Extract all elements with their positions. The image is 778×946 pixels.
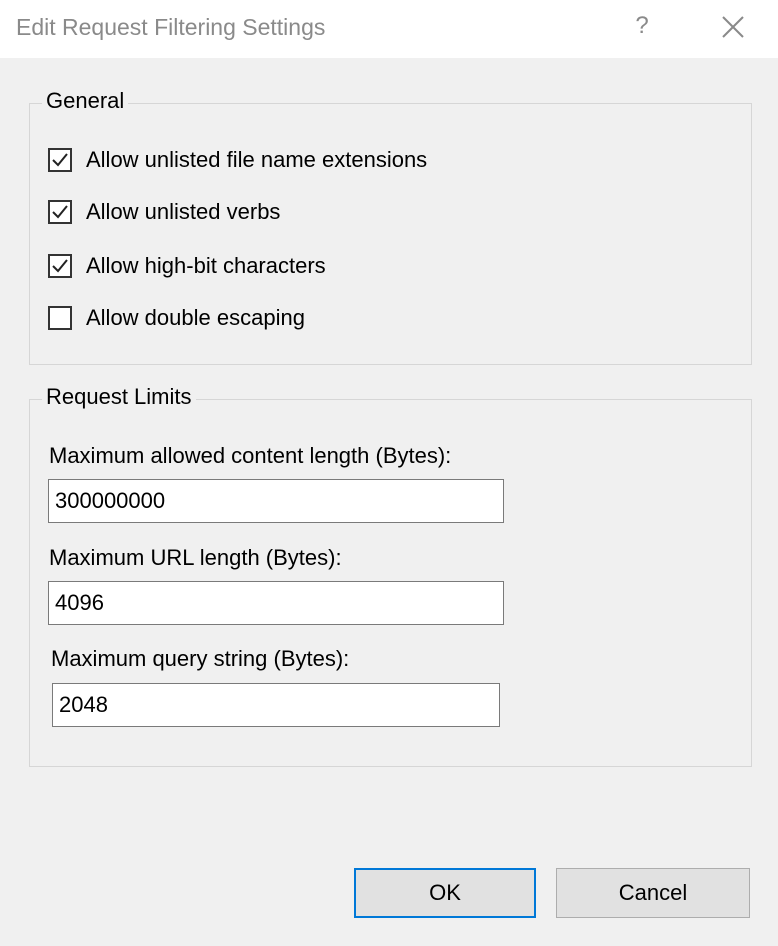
help-button[interactable]: ? [624, 6, 660, 46]
allow-unlisted-verbs-checkbox[interactable] [48, 200, 72, 224]
allow-high-bit-characters-option[interactable]: Allow high-bit characters [48, 251, 326, 281]
general-group-legend: General [42, 88, 129, 114]
max-content-length-input[interactable] [48, 479, 504, 523]
checkmark-icon [52, 205, 68, 219]
max-content-length-label: Maximum allowed content length (Bytes): [49, 443, 452, 468]
allow-unlisted-extensions-label: Allow unlisted file name extensions [86, 147, 428, 172]
title-bar: Edit Request Filtering Settings ? [0, 0, 778, 58]
allow-high-bit-characters-label: Allow high-bit characters [86, 253, 326, 278]
close-button[interactable] [712, 8, 754, 48]
max-url-length-label: Maximum URL length (Bytes): [49, 545, 342, 570]
checkmark-icon [52, 259, 68, 273]
allow-double-escaping-checkbox[interactable] [48, 306, 72, 330]
dialog-title: Edit Request Filtering Settings [16, 14, 326, 40]
max-url-length-input[interactable] [48, 581, 504, 625]
allow-unlisted-verbs-label: Allow unlisted verbs [86, 199, 281, 224]
max-query-string-input[interactable] [52, 683, 500, 727]
request-limits-group-legend: Request Limits [42, 384, 196, 410]
checkmark-icon [52, 153, 68, 167]
close-icon [712, 8, 754, 48]
allow-high-bit-characters-checkbox[interactable] [48, 254, 72, 278]
cancel-button[interactable]: Cancel [556, 868, 750, 918]
allow-unlisted-verbs-option[interactable]: Allow unlisted verbs [48, 197, 280, 227]
allow-double-escaping-option[interactable]: Allow double escaping [48, 303, 305, 333]
max-query-string-label: Maximum query string (Bytes): [51, 646, 350, 671]
allow-unlisted-extensions-option[interactable]: Allow unlisted file name extensions [48, 145, 427, 175]
allow-unlisted-extensions-checkbox[interactable] [48, 148, 72, 172]
allow-double-escaping-label: Allow double escaping [86, 305, 305, 330]
edit-request-filtering-dialog: Edit Request Filtering Settings ? Genera… [0, 0, 778, 946]
ok-button[interactable]: OK [354, 868, 536, 918]
